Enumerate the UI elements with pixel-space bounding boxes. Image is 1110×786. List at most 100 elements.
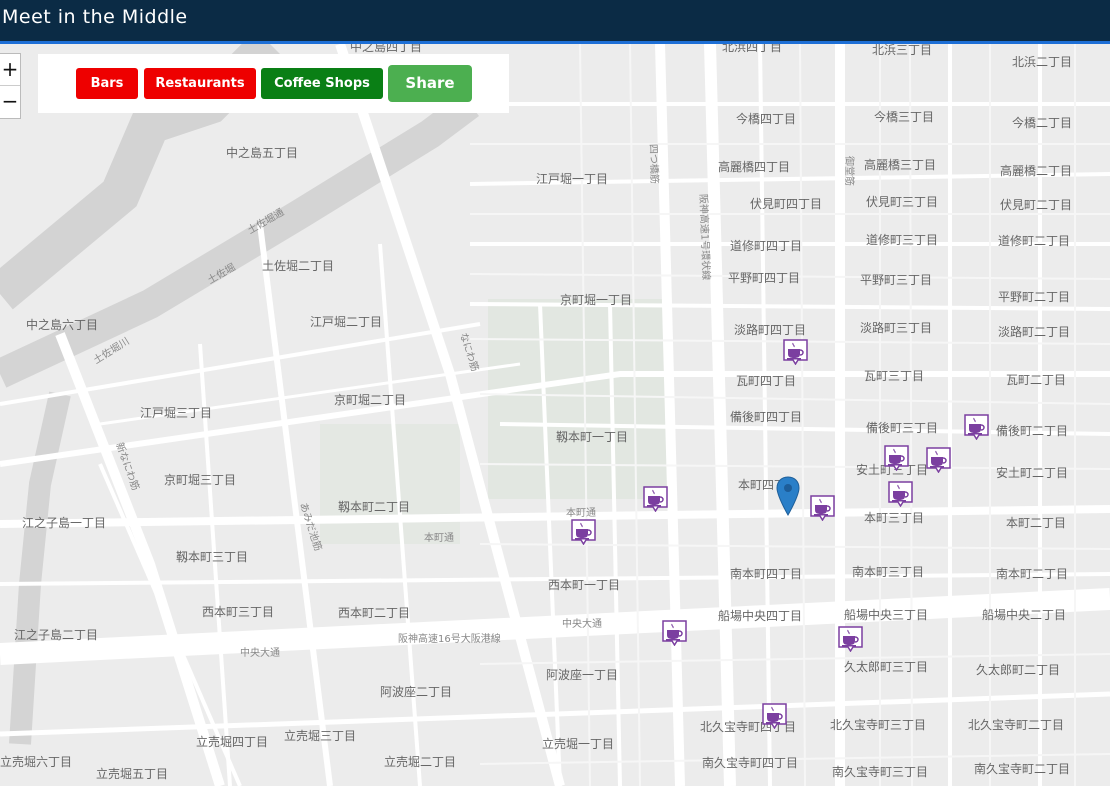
map-label: 伏見町二丁目: [1000, 198, 1072, 212]
map-label: 江戸堀一丁目: [536, 171, 608, 186]
zoom-in-button[interactable]: +: [0, 54, 20, 86]
map-label: 本町三丁目: [864, 511, 924, 525]
coffee-cup-icon[interactable]: [783, 339, 808, 366]
map-label: 阿波座二丁目: [380, 684, 452, 699]
map-label: 南本町二丁目: [996, 566, 1068, 581]
zoom-control: + −: [0, 53, 21, 119]
map-label: 道修町二丁目: [998, 233, 1070, 248]
map-label: 道修町四丁目: [730, 238, 802, 253]
map-label: 今橋四丁目: [736, 111, 796, 126]
map-label: 平野町四丁目: [728, 271, 800, 285]
coffee-cup-icon[interactable]: [926, 447, 951, 474]
map-label: 瓦町四丁目: [736, 374, 796, 388]
map-label: 伏見町四丁目: [750, 197, 822, 211]
map-label: 本町二丁目: [1006, 516, 1066, 530]
map-label: 江戸堀二丁目: [310, 314, 382, 329]
map-label: 江之子島二丁目: [14, 627, 98, 642]
map-label: 本町通: [424, 531, 454, 544]
map-label: 立売堀四丁目: [196, 734, 268, 749]
map-label: 瓦町三丁目: [864, 369, 924, 383]
map-label: 北浜四丁目: [722, 44, 782, 54]
park-area: [488, 299, 668, 499]
map-label: 中之島五丁目: [226, 145, 298, 160]
map-label: 西本町一丁目: [548, 578, 620, 592]
park-area-2: [320, 424, 460, 544]
filter-toolbar: Bars Restaurants Coffee Shops Share: [38, 54, 509, 113]
map-label: 備後町四丁目: [730, 409, 802, 424]
map-label: 立売堀三丁目: [284, 728, 356, 743]
map-label: 阿波座一丁目: [546, 667, 618, 682]
map-view[interactable]: 中之島四丁目 北浜四丁目 北浜三丁目 北浜二丁目 中之島五丁目 今橋四丁目 今橋…: [0, 44, 1110, 786]
coffee-cup-icon[interactable]: [888, 481, 913, 508]
map-label: 立売堀一丁目: [542, 736, 614, 751]
map-label: 安土町二丁目: [996, 465, 1068, 480]
map-label: 阪神高速16号大阪港線: [398, 632, 501, 645]
map-label: 淡路町三丁目: [860, 320, 932, 335]
map-label: 久太郎町二丁目: [976, 662, 1060, 677]
map-label: 御堂筋: [843, 156, 856, 186]
coffee-cup-icon[interactable]: [643, 486, 668, 513]
map-label: 南久宝寺町四丁目: [702, 755, 798, 770]
map-label: 北久宝寺町二丁目: [968, 718, 1064, 732]
map-label: 京町堀三丁目: [164, 472, 236, 487]
coffee-cup-icon[interactable]: [884, 445, 909, 472]
map-label: 中之島六丁目: [26, 317, 98, 332]
map-label: 船場中央三丁目: [844, 607, 928, 622]
map-label: 高麗橋三丁目: [864, 157, 936, 172]
coffee-cup-icon[interactable]: [571, 519, 596, 546]
map-label: 南久宝寺町三丁目: [832, 764, 928, 779]
map-label: 京町堀一丁目: [560, 292, 632, 307]
zoom-out-button[interactable]: −: [0, 86, 20, 117]
map-label: 土佐堀二丁目: [262, 258, 334, 273]
map-label: 平野町三丁目: [860, 273, 932, 287]
midpoint-location-pin-icon[interactable]: [776, 476, 800, 516]
app-header: Meet in the Middle: [0, 0, 1110, 44]
map-label: 伏見町三丁目: [866, 195, 938, 209]
restaurants-button[interactable]: Restaurants: [144, 68, 256, 99]
map-label: 今橋二丁目: [1012, 115, 1072, 130]
map-label: 北久宝寺町三丁目: [830, 718, 926, 732]
map-label: 南久宝寺町二丁目: [974, 761, 1070, 776]
map-label: 中央大通: [562, 617, 602, 630]
map-label: 平野町二丁目: [998, 290, 1070, 304]
map-label: 久太郎町三丁目: [844, 659, 928, 674]
map-label: 靱本町二丁目: [338, 500, 410, 514]
map-label: 高麗橋四丁目: [718, 159, 790, 174]
map-label: 靱本町三丁目: [176, 550, 248, 564]
map-label: 道修町三丁目: [866, 232, 938, 247]
map-label: 南本町三丁目: [852, 564, 924, 579]
map-label: 北浜二丁目: [1012, 55, 1072, 69]
map-label: 中央大通: [240, 646, 280, 659]
map-label: 船場中央四丁目: [718, 608, 802, 623]
map-label: 中之島四丁目: [350, 44, 422, 54]
coffee-cup-icon[interactable]: [810, 495, 835, 522]
coffee-cup-icon[interactable]: [964, 414, 989, 441]
map-label: 備後町二丁目: [996, 423, 1068, 438]
map-label: 南本町四丁目: [730, 566, 802, 581]
map-label: 瓦町二丁目: [1006, 373, 1066, 387]
share-button[interactable]: Share: [388, 65, 472, 102]
map-label: 靱本町一丁目: [556, 430, 628, 444]
map-label: 西本町三丁目: [202, 605, 274, 619]
map-label: 淡路町四丁目: [734, 322, 806, 337]
map-label: 立売堀五丁目: [96, 766, 168, 781]
map-tiles[interactable]: 中之島四丁目 北浜四丁目 北浜三丁目 北浜二丁目 中之島五丁目 今橋四丁目 今橋…: [0, 44, 1110, 786]
map-label: 西本町二丁目: [338, 606, 410, 620]
map-label: 江之子島一丁目: [22, 515, 106, 530]
map-label: 本町通: [566, 506, 596, 519]
map-label: 船場中央二丁目: [982, 607, 1066, 622]
map-label: 淡路町二丁目: [998, 324, 1070, 339]
map-label: 立売堀六丁目: [0, 754, 72, 769]
map-label: 高麗橋二丁目: [1000, 163, 1072, 178]
coffee-cup-icon[interactable]: [762, 703, 787, 730]
bars-button[interactable]: Bars: [76, 68, 138, 99]
coffee-shops-button[interactable]: Coffee Shops: [261, 68, 383, 99]
map-label: 江戸堀三丁目: [140, 405, 212, 420]
app-title: Meet in the Middle: [2, 6, 188, 28]
coffee-cup-icon[interactable]: [662, 620, 687, 647]
map-label: 今橋三丁目: [874, 109, 934, 124]
map-label: 北浜三丁目: [872, 44, 932, 57]
map-label: 備後町三丁目: [866, 420, 938, 435]
map-label: 京町堀二丁目: [334, 392, 406, 407]
coffee-cup-icon[interactable]: [838, 626, 863, 653]
